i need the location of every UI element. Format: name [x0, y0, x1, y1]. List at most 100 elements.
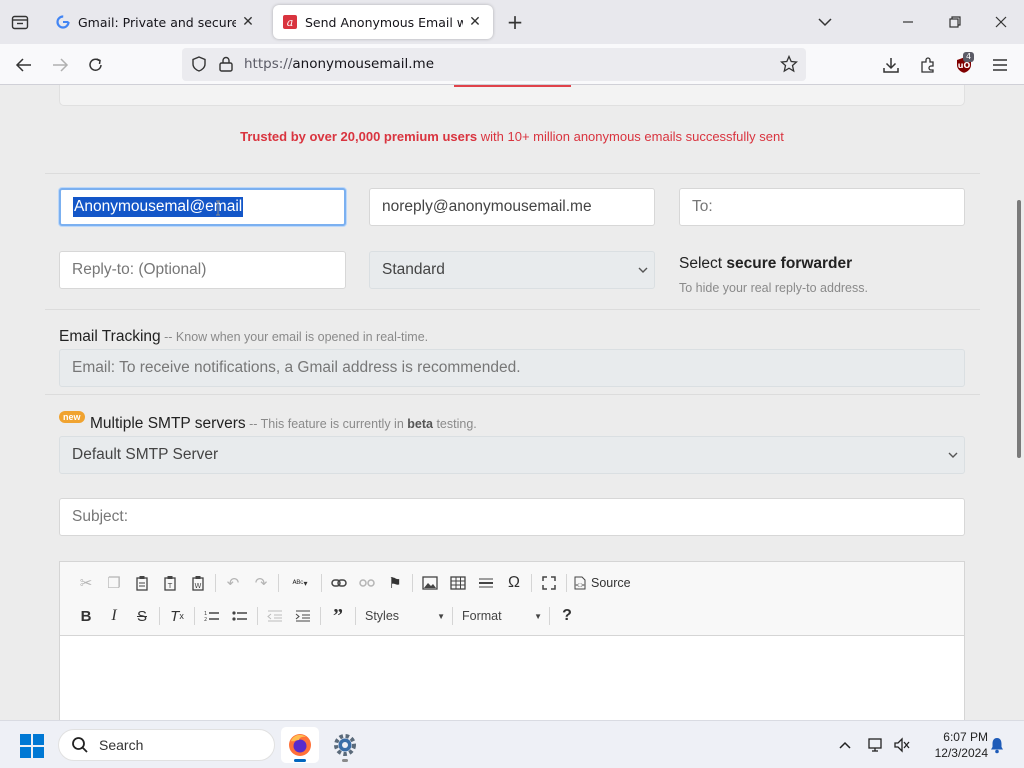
help-icon[interactable]: ? [553, 604, 581, 628]
notification-bell-icon[interactable] [987, 735, 1007, 755]
bulleted-list-icon[interactable] [226, 604, 254, 628]
tray-chevron-up-icon[interactable] [835, 735, 855, 755]
numbered-list-icon[interactable]: 12 [198, 604, 226, 628]
list-all-tabs-chevron-icon[interactable] [815, 12, 835, 32]
rich-text-editor: ✂ ❐ T W ↶ ↷ ᴬᴮᶜ ▾ ⚑ Ω <> Source B I S T … [59, 561, 965, 720]
horizontal-line-icon[interactable] [472, 571, 500, 595]
paste-word-icon[interactable]: W [184, 571, 212, 595]
increase-indent-icon[interactable] [289, 604, 317, 628]
restore-icon[interactable] [943, 10, 967, 34]
taskbar-firefox[interactable] [281, 727, 319, 763]
special-character-icon[interactable]: Ω [500, 571, 528, 595]
tracking-label: Email Tracking -- Know when your email i… [59, 328, 429, 345]
to-field[interactable]: To: [679, 188, 965, 226]
anonymousemail-logo-icon: a [283, 15, 297, 29]
back-arrow-icon[interactable] [11, 52, 37, 78]
forwarder-hint: To hide your real reply-to address. [679, 281, 868, 295]
paste-text-icon[interactable]: T [156, 571, 184, 595]
maximize-icon[interactable] [535, 571, 563, 595]
downloads-icon[interactable] [878, 52, 904, 78]
taskbar: Search 6:07 PM 12/3/2024 [0, 720, 1024, 768]
taskbar-search[interactable]: Search [58, 729, 275, 761]
trusted-banner: Trusted by over 20,000 premium users wit… [240, 129, 784, 144]
top-card [59, 85, 965, 106]
svg-text:W: W [195, 582, 202, 590]
tab-list-icon[interactable] [8, 11, 32, 33]
page-scrollbar-thumb[interactable] [1017, 200, 1021, 458]
blockquote-icon[interactable]: ” [324, 604, 352, 628]
tab-close-icon[interactable]: ✕ [240, 14, 256, 30]
remove-format-icon[interactable]: Tx [163, 604, 191, 628]
redo-icon[interactable]: ↷ [247, 571, 275, 595]
link-icon[interactable] [325, 571, 353, 595]
tab-title: Send Anonymous Email with the [305, 14, 463, 30]
hamburger-menu-icon[interactable] [987, 52, 1013, 78]
reply-to-field[interactable]: Reply-to: (Optional) [59, 251, 346, 289]
svg-text:2: 2 [204, 617, 207, 623]
new-tab-button[interactable]: + [505, 11, 525, 33]
source-button[interactable]: <> Source [570, 571, 635, 595]
extensions-puzzle-icon[interactable] [915, 52, 941, 78]
toolbar-separator [215, 574, 216, 592]
image-icon[interactable] [416, 571, 444, 595]
toolbar-separator [531, 574, 532, 592]
svg-text:T: T [167, 582, 173, 590]
cut-icon[interactable]: ✂ [72, 571, 100, 595]
tab-anonymous-email[interactable]: a Send Anonymous Email with the ✕ [273, 5, 493, 39]
windows-start-icon[interactable] [20, 734, 44, 758]
toolbar-separator [278, 574, 279, 592]
page-content: Trusted by over 20,000 premium users wit… [0, 85, 1024, 720]
bookmark-star-icon[interactable] [779, 54, 799, 77]
bold-icon[interactable]: B [72, 604, 100, 628]
tab-close-icon[interactable]: ✕ [467, 14, 483, 30]
copy-icon[interactable]: ❐ [100, 571, 128, 595]
close-window-icon[interactable] [989, 10, 1013, 34]
red-accent-line [454, 85, 571, 87]
search-icon [72, 737, 88, 753]
google-icon [56, 15, 70, 29]
system-clock[interactable]: 6:07 PM 12/3/2024 [916, 729, 988, 761]
url-text[interactable]: https://anonymousemail.me [244, 56, 434, 72]
toolbar-separator [355, 607, 356, 625]
toolbar-separator [257, 607, 258, 625]
running-indicator [342, 759, 348, 762]
italic-icon[interactable]: I [100, 604, 128, 628]
text-cursor-icon [216, 200, 220, 216]
spellcheck-icon[interactable]: ᴬᴮᶜ ▾ [282, 571, 318, 595]
lock-icon[interactable] [218, 55, 234, 77]
toolbar-separator [549, 607, 550, 625]
styles-dropdown[interactable]: Styles ▼ [359, 605, 449, 627]
forwarder-select[interactable]: Standard [369, 251, 655, 289]
anchor-flag-icon[interactable]: ⚑ [381, 571, 409, 595]
undo-icon[interactable]: ↶ [219, 571, 247, 595]
format-dropdown[interactable]: Format ▼ [456, 605, 546, 627]
toolbar-separator [412, 574, 413, 592]
from-email-field[interactable]: noreply@anonymousemail.me [369, 188, 655, 226]
smtp-server-select[interactable]: Default SMTP Server [59, 436, 965, 474]
volume-muted-icon[interactable] [892, 735, 912, 755]
paste-icon[interactable] [128, 571, 156, 595]
table-icon[interactable] [444, 571, 472, 595]
taskbar-settings[interactable] [326, 727, 364, 763]
from-name-field[interactable]: Anonymousemal@email [59, 188, 346, 226]
network-icon[interactable] [866, 735, 886, 755]
tracking-shield-icon[interactable] [190, 55, 208, 77]
decrease-indent-icon[interactable] [261, 604, 289, 628]
address-bar[interactable]: https://anonymousemail.me [182, 48, 806, 81]
tab-gmail[interactable]: Gmail: Private and secure email ✕ [46, 5, 266, 39]
minimize-icon[interactable] [896, 10, 920, 34]
strikethrough-icon[interactable]: S [128, 604, 156, 628]
svg-text:uO: uO [958, 61, 971, 70]
new-badge: new [59, 411, 85, 423]
subject-field[interactable]: Subject: [59, 498, 965, 536]
toolbar-separator [566, 574, 567, 592]
toolbar-separator [194, 607, 195, 625]
tab-title: Gmail: Private and secure email [78, 14, 236, 30]
tracking-email-field[interactable]: Email: To receive notifications, a Gmail… [59, 349, 965, 387]
forward-arrow-icon[interactable] [47, 52, 73, 78]
unlink-icon[interactable] [353, 571, 381, 595]
editor-body[interactable] [60, 637, 964, 720]
reload-icon[interactable] [83, 52, 109, 78]
source-icon: <> [574, 576, 586, 590]
svg-text:<>: <> [575, 582, 585, 589]
